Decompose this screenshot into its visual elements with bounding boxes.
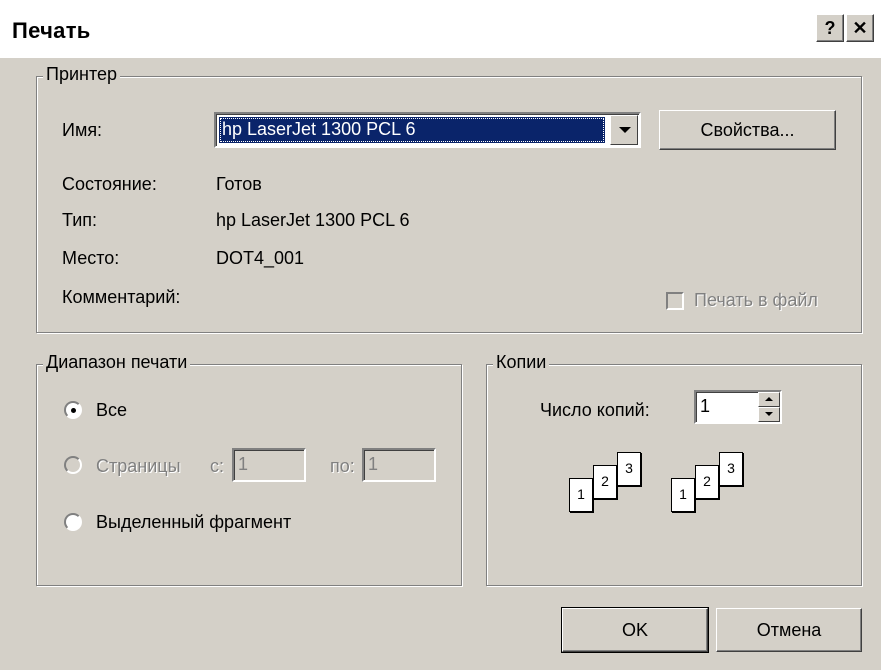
copies-count-label: Число копий: [540,400,650,420]
type-label: Тип: [62,210,98,230]
print-range-group-label: Диапазон печати [43,352,191,373]
print-to-file-label[interactable]: Печать в файл [694,290,818,311]
copies-group-label: Копии [493,352,550,373]
collate-page-2: 2 [593,465,617,499]
range-from-label: с: [210,456,225,476]
collate-page-2: 2 [695,465,719,499]
chevron-down-icon[interactable] [610,115,638,145]
comment-label: Комментарий: [62,287,181,307]
range-to-input[interactable]: 1 [362,448,436,482]
copies-spin[interactable] [758,392,780,422]
spin-down-icon[interactable] [758,407,780,422]
dialog-title: Печать [12,18,91,43]
type-value: hp LaserJet 1300 PCL 6 [216,210,410,230]
collate-page-3: 3 [617,452,641,486]
location-label: Место: [62,248,120,268]
range-selection-radio[interactable] [64,513,82,531]
printer-name-label: Имя: [62,120,103,140]
printer-name-value: hp LaserJet 1300 PCL 6 [219,117,605,143]
printer-name-select[interactable]: hp LaserJet 1300 PCL 6 [214,112,641,148]
help-button[interactable]: ? [816,14,844,42]
ok-button[interactable]: OK [561,607,709,653]
copies-group: Копии [486,352,862,586]
range-pages-label[interactable]: Страницы [96,456,181,477]
range-all-radio[interactable] [64,401,82,419]
printer-group-label: Принтер [43,64,121,85]
range-to-label: по: [330,456,355,476]
range-all-label[interactable]: Все [96,400,127,421]
range-selection-label[interactable]: Выделенный фрагмент [96,512,291,533]
range-pages-radio[interactable] [64,456,82,474]
collate-page-3: 3 [719,452,743,486]
print-dialog: Печать ? ✕ Принтер Имя: hp LaserJet 1300… [0,0,881,670]
radio-selected-dot [71,408,76,413]
range-from-input[interactable]: 1 [232,448,306,482]
collate-page-1: 1 [671,478,695,512]
cancel-button[interactable]: Отмена [716,608,862,652]
spin-up-icon[interactable] [758,392,780,407]
title-bar: Печать ? ✕ [0,0,881,58]
collate-page-1: 1 [569,478,593,512]
status-value: Готов [216,174,262,194]
status-label: Состояние: [62,174,157,194]
properties-button[interactable]: Свойства... [659,110,836,150]
print-to-file-checkbox[interactable] [666,292,684,310]
location-value: DOT4_001 [216,248,305,268]
close-button[interactable]: ✕ [846,14,874,42]
